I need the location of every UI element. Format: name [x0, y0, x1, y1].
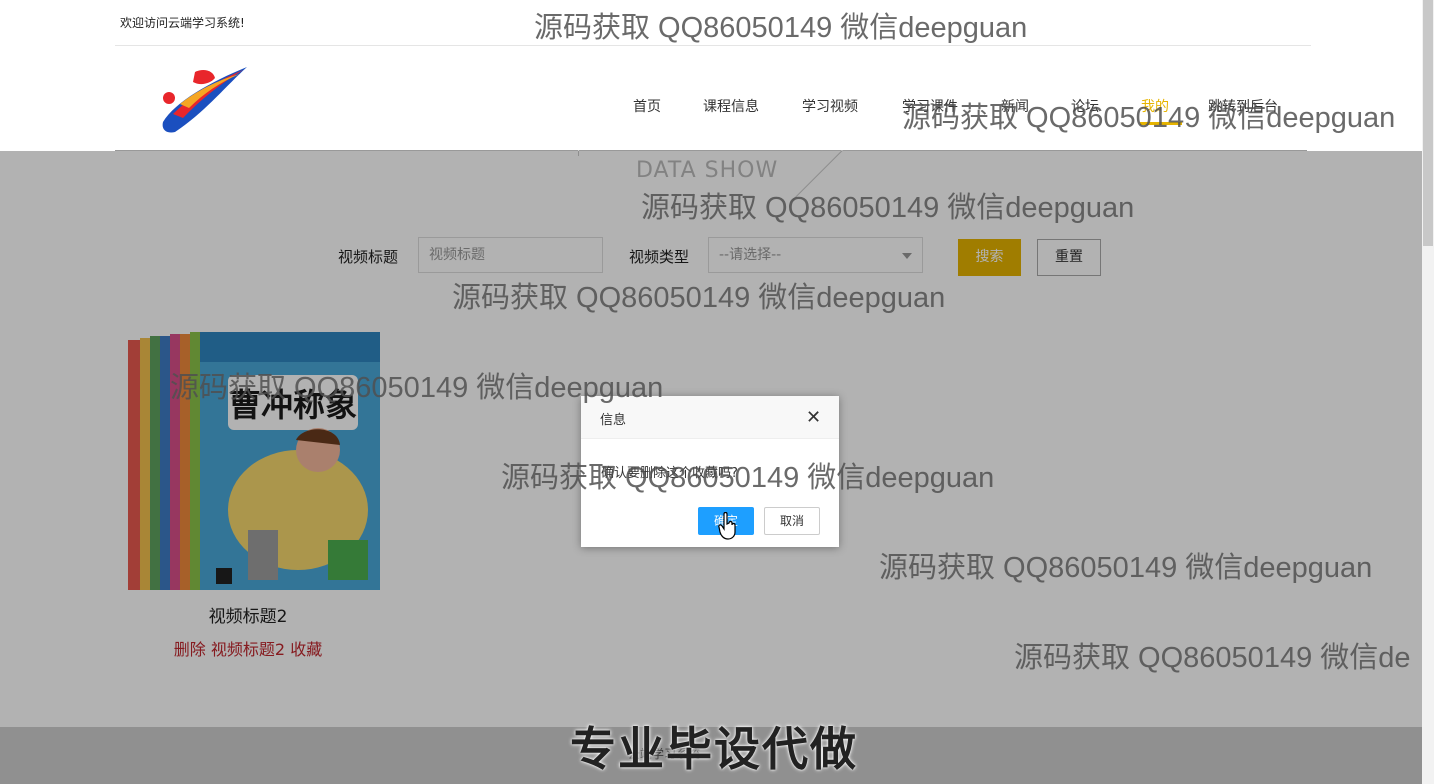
welcome-text: 欢迎访问云端学习系统!: [120, 16, 245, 30]
watermark: 源码获取 QQ86050149 微信deepguan: [902, 102, 1396, 134]
nav-home[interactable]: 首页: [633, 96, 661, 116]
watermark: 源码获取 QQ86050149 微信de: [1014, 642, 1411, 674]
watermark: 源码获取 QQ86050149 微信deepguan: [641, 192, 1135, 224]
watermark: 源码获取 QQ86050149 微信deepguan: [534, 12, 1028, 44]
site-logo[interactable]: [155, 62, 250, 137]
dialog-title: 信息: [600, 413, 627, 428]
cancel-button[interactable]: 取消: [764, 507, 820, 535]
hand-cursor-icon: [718, 511, 738, 540]
close-icon[interactable]: ✕: [806, 407, 821, 428]
watermark: 源码获取 QQ86050149 微信deepguan: [501, 462, 995, 494]
watermark: 源码获取 QQ86050149 微信deepguan: [170, 372, 664, 404]
nav-study-video[interactable]: 学习视频: [802, 96, 858, 116]
nav-course-info[interactable]: 课程信息: [703, 96, 759, 116]
watermark: 源码获取 QQ86050149 微信deepguan: [452, 282, 946, 314]
watermark: 源码获取 QQ86050149 微信deepguan: [879, 552, 1373, 584]
footer-overlay-text: 专业毕设代做: [570, 722, 858, 776]
scrollbar-thumb[interactable]: [1423, 0, 1433, 246]
